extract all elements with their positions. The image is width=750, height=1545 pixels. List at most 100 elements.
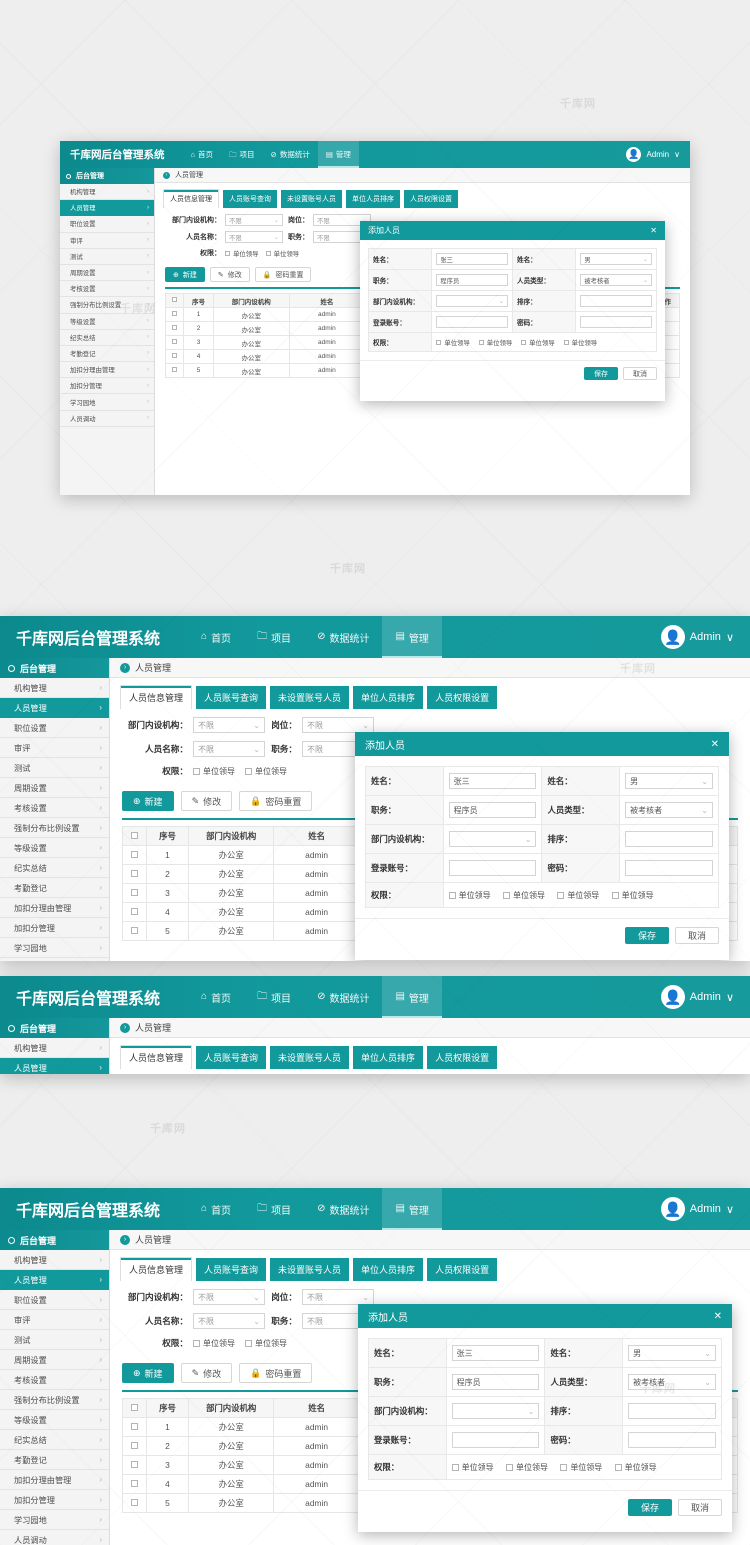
sidebar-item-attendance[interactable]: 考勤登记 › [0, 1450, 109, 1470]
tab-account-query[interactable]: 人员账号查询 [196, 686, 267, 709]
tab-account-query[interactable]: 人员账号查询 [196, 1046, 267, 1069]
field-select-dept[interactable]: ⌄ [436, 295, 508, 307]
permission-checkbox-1[interactable]: 单位领导 [225, 249, 259, 258]
row-checkbox[interactable] [122, 1474, 147, 1494]
field-input-duty[interactable]: 程序员 [451, 1374, 540, 1390]
reset-password-button[interactable]: 🔒 密码重置 [239, 1363, 313, 1383]
permission-checkbox-2[interactable]: 单位领导 [245, 1338, 287, 1349]
field-input-account[interactable] [436, 316, 508, 328]
row-checkbox[interactable] [122, 921, 147, 941]
sidebar-item-summary[interactable]: 纪实总结 › [60, 329, 154, 346]
save-button[interactable]: 保存 [627, 1499, 672, 1516]
tab-unit-sort[interactable]: 单位人员排序 [346, 190, 400, 208]
row-checkbox[interactable] [122, 845, 147, 865]
row-checkbox[interactable] [122, 883, 147, 903]
user-menu[interactable]: 👤 Admin ∨ [626, 147, 680, 162]
sidebar-item-summary[interactable]: 纪实总结 › [0, 1430, 109, 1450]
tab-no-account[interactable]: 未设置账号人员 [270, 1046, 350, 1069]
field-input-sort[interactable] [625, 831, 713, 847]
tab-personnel-info[interactable]: 人员信息管理 [120, 1045, 193, 1069]
modal-permission-checkbox-4[interactable]: 单位领导 [614, 1462, 657, 1473]
field-input-duty[interactable]: 程序员 [448, 802, 537, 818]
sidebar-item-score-manage[interactable]: 加扣分管理 › [0, 918, 109, 938]
field-select-gender[interactable]: 男 ⌄ [628, 1345, 716, 1361]
sidebar-item-transfer[interactable]: 人员调动› [60, 410, 154, 427]
modal-permission-checkbox-2[interactable]: 单位领导 [478, 338, 512, 347]
sidebar-item-assessment[interactable]: 考核设置 › [60, 281, 154, 298]
tab-personnel-info[interactable]: 人员信息管理 [163, 189, 219, 208]
field-select-gender[interactable]: 男 ⌄ [625, 773, 713, 789]
save-button[interactable]: 保存 [584, 367, 618, 380]
filter-select-dept[interactable]: 不限 ⌄ [193, 717, 265, 733]
sidebar-item-study[interactable]: 学习园地 › [0, 938, 109, 958]
sidebar-item-position[interactable]: 职位设置 › [0, 1290, 109, 1310]
new-button[interactable]: ⊕ 新建 [122, 1363, 174, 1383]
sidebar-item-personnel[interactable]: 人员管理 › [0, 698, 109, 718]
sidebar-item-summary[interactable]: 纪实总结 › [0, 858, 109, 878]
row-checkbox[interactable] [122, 864, 147, 884]
sidebar-item-org[interactable]: 机构管理 › [60, 184, 154, 201]
sidebar-item-distribution[interactable]: 强制分布比例设置 › [0, 818, 109, 838]
filter-select-post[interactable]: 不限⌄ [302, 1289, 374, 1305]
nav-item-project[interactable]: 🗀 项目 [244, 616, 304, 658]
sidebar-item-assessment[interactable]: 考核设置 › [0, 798, 109, 818]
filter-select-name[interactable]: 不限 ⌄ [193, 1313, 265, 1329]
sidebar-item-cycle[interactable]: 周期设置 › [0, 778, 109, 798]
nav-item-home[interactable]: ⌂ 首页 [188, 1188, 244, 1230]
reset-password-button[interactable]: 🔒 密码重置 [254, 267, 312, 282]
sidebar-item-personnel[interactable]: 人员管理 › [60, 200, 154, 217]
modal-permission-checkbox-4[interactable]: 单位领导 [611, 890, 654, 901]
field-select-type[interactable]: 被考核者 ⌄ [580, 274, 652, 286]
sidebar-item-study[interactable]: 学习园地 › [0, 1510, 109, 1530]
modal-permission-checkbox-3[interactable]: 单位领导 [557, 890, 599, 901]
sidebar-item-review[interactable]: 审评 › [0, 738, 109, 758]
nav-item-statistics[interactable]: ⊘ 数据统计 [263, 141, 318, 168]
select-all-header[interactable] [122, 1398, 147, 1418]
select-all-header[interactable] [165, 293, 184, 308]
reset-password-button[interactable]: 🔒 密码重置 [239, 791, 313, 811]
sidebar-item-transfer[interactable]: 人员调动› [0, 958, 109, 961]
nav-item-management[interactable]: ▤ 管理 [317, 141, 359, 168]
field-input-duty[interactable]: 程序员 [436, 274, 508, 286]
row-checkbox[interactable] [165, 363, 184, 378]
tab-no-account[interactable]: 未设置账号人员 [270, 1258, 350, 1281]
sidebar-item-test[interactable]: 测试 › [60, 248, 154, 265]
tab-unit-sort[interactable]: 单位人员排序 [353, 1258, 424, 1281]
row-checkbox[interactable] [122, 902, 147, 922]
sidebar-item-attendance[interactable]: 考勤登记 › [60, 345, 154, 363]
sidebar-item-score-manage[interactable]: 加扣分管理 › [60, 378, 154, 395]
field-select-type[interactable]: 被考核者 ⌄ [625, 802, 713, 818]
field-input-password[interactable] [628, 1432, 716, 1448]
close-icon[interactable]: ✕ [650, 226, 657, 235]
close-icon[interactable]: ✕ [714, 1311, 722, 1322]
tab-account-query[interactable]: 人员账号查询 [223, 190, 277, 208]
field-input-password[interactable] [625, 860, 713, 876]
field-input-account[interactable] [448, 860, 537, 876]
tab-unit-sort[interactable]: 单位人员排序 [353, 1046, 424, 1069]
modal-permission-checkbox-4[interactable]: 单位领导 [563, 338, 597, 347]
sidebar-item-position[interactable]: 职位设置 › [0, 718, 109, 738]
user-menu[interactable]: 👤 Admin ∨ [660, 1197, 734, 1221]
field-input-name[interactable]: 张三 [436, 253, 508, 265]
sidebar-item-study[interactable]: 学习园地 › [60, 394, 154, 411]
sidebar-item-transfer[interactable]: 人员调动› [0, 1530, 109, 1545]
tab-permission[interactable]: 人员权限设置 [404, 190, 458, 208]
tab-personnel-info[interactable]: 人员信息管理 [120, 685, 193, 709]
sidebar-item-level[interactable]: 等级设置 › [0, 1410, 109, 1430]
tab-account-query[interactable]: 人员账号查询 [196, 1258, 267, 1281]
modal-permission-checkbox-1[interactable]: 单位领导 [436, 338, 470, 347]
sidebar-item-position[interactable]: 职位设置 › [60, 216, 154, 233]
row-checkbox[interactable] [165, 349, 184, 364]
nav-item-management[interactable]: ▤ 管理 [382, 616, 442, 658]
cancel-button[interactable]: 取消 [677, 1499, 722, 1516]
user-menu[interactable]: 👤 Admin ∨ [660, 625, 734, 649]
row-checkbox[interactable] [165, 307, 184, 322]
field-input-name[interactable]: 张三 [451, 1345, 540, 1361]
sidebar-item-org[interactable]: 机构管理 › [0, 678, 109, 698]
filter-select-name[interactable]: 不限 ⌄ [225, 231, 283, 243]
field-input-name[interactable]: 张三 [448, 773, 537, 789]
sidebar-item-cycle[interactable]: 周期设置 › [0, 1350, 109, 1370]
filter-select-name[interactable]: 不限 ⌄ [193, 741, 265, 757]
row-checkbox[interactable] [122, 1455, 147, 1475]
row-checkbox[interactable] [122, 1436, 147, 1456]
